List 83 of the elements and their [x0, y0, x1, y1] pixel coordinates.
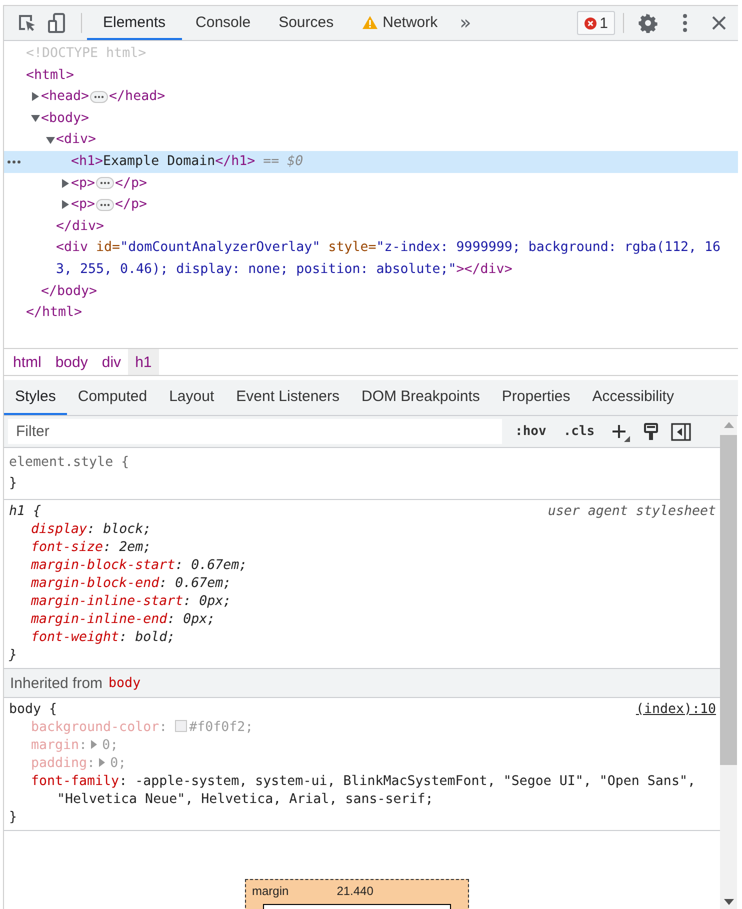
filter-field[interactable]: Filter: [8, 419, 502, 444]
ellipsis-icon[interactable]: [96, 198, 114, 211]
tree-row[interactable]: <p> </p>: [4, 172, 738, 194]
source-link[interactable]: (index):10: [636, 701, 716, 719]
markup-text: <head>: [41, 88, 90, 106]
breadcrumb[interactable]: body: [48, 349, 95, 375]
inherited-label: Inherited from: [10, 674, 103, 692]
tree-row[interactable]: <div id="domCountAnalyzerOverlay" style="z-index: 9999999; background: rgba(112, 163, 255, 0.46); display: none; position: absolute;"></div>: [4, 237, 738, 281]
device-icon[interactable]: [46, 12, 68, 34]
css-selector: element.style {: [9, 454, 130, 472]
sidebar-tab[interactable]: Accessibility: [581, 380, 685, 415]
panel-tab[interactable]: Sources: [264, 6, 348, 40]
tree-row[interactable]: <html>: [4, 64, 738, 86]
sidebar-tab[interactable]: Layout: [158, 380, 226, 415]
markup-text: </body>: [41, 282, 98, 301]
markup-text: </div>: [56, 218, 104, 236]
markup-text: <body>: [41, 110, 90, 128]
scroll-down-icon[interactable]: [724, 898, 734, 904]
markup-text: </head>: [109, 88, 166, 106]
tree-row[interactable]: <p> </p>: [4, 194, 738, 216]
more-options-icon[interactable]: [682, 13, 688, 33]
more-tabs-button[interactable]: »: [452, 12, 480, 34]
sidebar-tab[interactable]: Properties: [490, 380, 582, 415]
closing-brace: }: [9, 647, 18, 665]
markup-text: </html>: [26, 304, 82, 322]
box-value[interactable]: 21.440: [336, 884, 374, 898]
error-icon: [584, 16, 597, 30]
markup-text: <html>: [26, 66, 74, 85]
markup-text: <!DOCTYPE html>: [26, 45, 146, 63]
css-declaration[interactable]: margin-block-end: 0.67em;: [31, 575, 696, 593]
tree-row[interactable]: <div>: [4, 129, 738, 151]
scrollbar[interactable]: [720, 416, 737, 909]
box-label: margin: [252, 884, 289, 898]
closing-brace: }: [9, 475, 18, 493]
sidebar-tab[interactable]: Event Listeners: [225, 380, 351, 415]
css-declaration[interactable]: margin-inline-start: 0px;: [31, 593, 696, 611]
source-label: user agent stylesheet: [548, 503, 716, 521]
panel-tab[interactable]: Network: [348, 6, 452, 40]
closing-brace: }: [9, 809, 18, 827]
css-declaration[interactable]: margin-inline-end: 0px;: [31, 611, 696, 629]
panel-tab[interactable]: Console: [182, 6, 265, 40]
color-swatch-icon[interactable]: [175, 720, 188, 732]
paint-roller-icon[interactable]: [642, 422, 659, 440]
breadcrumb[interactable]: html: [6, 349, 48, 375]
ellipsis-icon[interactable]: [90, 90, 108, 103]
toggle-button[interactable]: :hov: [511, 424, 550, 439]
breadcrumb[interactable]: div: [94, 349, 128, 375]
css-declaration[interactable]: display: block;: [31, 521, 696, 539]
css-declaration[interactable]: font-size: 2em;: [31, 539, 696, 557]
markup-text: </p>: [115, 174, 148, 193]
tree-row[interactable]: <head> </head>: [4, 86, 738, 108]
selector-link[interactable]: body: [108, 676, 141, 690]
warning-icon: [362, 14, 378, 30]
markup-text: <h1>Example Domain</h1> == $0: [71, 152, 304, 171]
settings-icon[interactable]: [638, 13, 658, 33]
css-declaration[interactable]: font-weight: bold;: [31, 629, 696, 647]
markup-text: <div id="domCountAnalyzerOverlay" style="z-index: 9999999; background: rgba(112, 163, 255, 0.46); display: none; position: absolute;"></div>: [56, 239, 722, 279]
panel-tab[interactable]: Elements: [87, 6, 182, 40]
markup-text: <p>: [71, 174, 96, 193]
css-selector: h1 {: [9, 503, 42, 521]
collapsed-arrow-icon[interactable]: [61, 178, 70, 188]
collapsed-arrow-icon[interactable]: [61, 200, 70, 210]
markup-text: <div>: [56, 131, 96, 150]
collapsed-arrow-icon[interactable]: [31, 92, 40, 102]
css-selector: body {: [9, 701, 58, 719]
scrollbar-thumb[interactable]: [720, 435, 737, 765]
css-declaration[interactable]: margin-block-start: 0.67em;: [31, 557, 696, 575]
sidebar-tab[interactable]: Computed: [66, 380, 158, 415]
sidebar-tab[interactable]: DOM Breakpoints: [350, 380, 491, 415]
expanded-arrow-icon[interactable]: [31, 114, 40, 124]
dots-icon: [7, 160, 21, 164]
css-declaration[interactable]: font-family: -apple-system, system-ui, BlinkMacSystemFont, "Segoe UI", "Open Sans", "Helvetica Neue", Helvetica, Arial, sans-serif;: [31, 773, 696, 809]
error-count-button[interactable]: 1: [576, 11, 615, 35]
ellipsis-icon[interactable]: [96, 177, 114, 190]
markup-text: <p>: [71, 196, 96, 214]
expanded-arrow-icon[interactable]: [46, 136, 55, 145]
close-icon[interactable]: [712, 16, 726, 30]
tree-row[interactable]: <body>: [4, 108, 738, 130]
toggle-button[interactable]: .cls: [559, 424, 599, 439]
breadcrumb[interactable]: h1: [128, 349, 159, 375]
sidebar-toggle-icon[interactable]: [670, 422, 691, 440]
tree-row[interactable]: <h1>Example Domain</h1> == $0: [4, 150, 738, 173]
markup-text: </p>: [115, 196, 148, 214]
